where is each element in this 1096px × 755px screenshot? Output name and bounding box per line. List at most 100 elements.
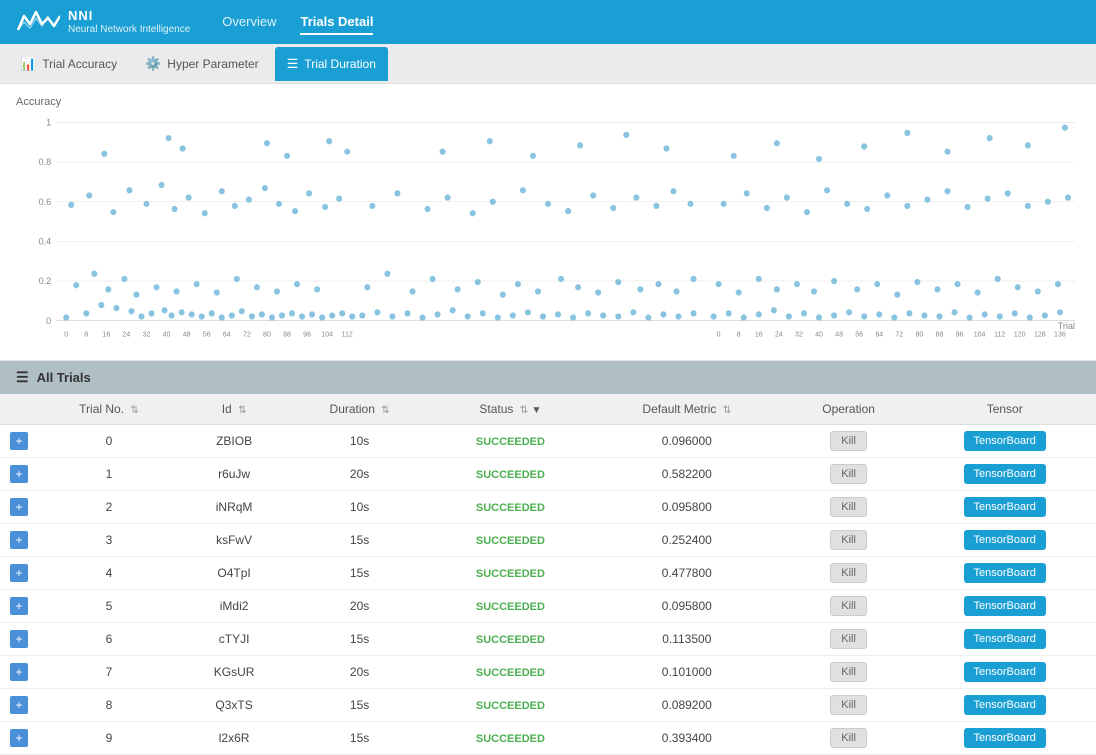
svg-text:0.8: 0.8 — [39, 157, 52, 167]
trial-duration-cell: 10s — [288, 491, 431, 524]
trial-tensor-cell: TensorBoard — [913, 722, 1096, 755]
svg-text:48: 48 — [835, 330, 843, 338]
col-duration[interactable]: Duration ⇅ — [288, 394, 431, 425]
expand-cell: + — [0, 524, 38, 557]
trial-operation-cell: Kill — [784, 656, 914, 689]
trial-id-cell: ZBIOB — [180, 425, 288, 458]
trial-duration-cell: 10s — [288, 425, 431, 458]
filter-status-icon[interactable]: ▼ — [532, 405, 542, 416]
status-badge: SUCCEEDED — [476, 502, 545, 514]
trial-tensor-cell: TensorBoard — [913, 524, 1096, 557]
expand-cell: + — [0, 623, 38, 656]
tab-hyper-parameter[interactable]: ⚙️ Hyper Parameter — [133, 47, 271, 81]
expand-button[interactable]: + — [10, 663, 28, 681]
trial-metric-cell: 0.101000 — [590, 656, 784, 689]
tensorboard-button[interactable]: TensorBoard — [964, 629, 1046, 649]
tab-trial-duration[interactable]: ☰ Trial Duration — [275, 47, 388, 81]
tensorboard-button[interactable]: TensorBoard — [964, 530, 1046, 550]
svg-text:128: 128 — [1034, 330, 1046, 338]
sort-duration-icon[interactable]: ⇅ — [381, 405, 389, 416]
status-badge: SUCCEEDED — [476, 436, 545, 448]
kill-button[interactable]: Kill — [830, 563, 867, 583]
app-header: NNI Neural Network Intelligence Overview… — [0, 0, 1096, 44]
trial-operation-cell: Kill — [784, 623, 914, 656]
kill-button[interactable]: Kill — [830, 662, 867, 682]
col-default-metric[interactable]: Default Metric ⇅ — [590, 394, 784, 425]
kill-button[interactable]: Kill — [830, 464, 867, 484]
svg-text:56: 56 — [855, 330, 863, 338]
tensorboard-button[interactable]: TensorBoard — [964, 728, 1046, 748]
expand-button[interactable]: + — [10, 432, 28, 450]
sort-trial-no-icon[interactable]: ⇅ — [130, 405, 138, 416]
scatter-chart: 1 0.8 0.6 0.4 0.2 0 — [16, 112, 1080, 352]
trial-no-cell: 4 — [38, 557, 180, 590]
trial-metric-cell: 0.095800 — [590, 590, 784, 623]
kill-button[interactable]: Kill — [830, 695, 867, 715]
svg-text:40: 40 — [815, 330, 823, 338]
tensorboard-button[interactable]: TensorBoard — [964, 464, 1046, 484]
trial-no-cell: 7 — [38, 656, 180, 689]
trial-operation-cell: Kill — [784, 557, 914, 590]
kill-button[interactable]: Kill — [830, 596, 867, 616]
tensorboard-button[interactable]: TensorBoard — [964, 662, 1046, 682]
expand-button[interactable]: + — [10, 465, 28, 483]
expand-cell: + — [0, 557, 38, 590]
trial-status-cell: SUCCEEDED — [431, 590, 590, 623]
sort-metric-icon[interactable]: ⇅ — [723, 405, 731, 416]
tab-hyper-parameter-label: Hyper Parameter — [167, 57, 258, 71]
expand-button[interactable]: + — [10, 630, 28, 648]
svg-text:16: 16 — [102, 330, 110, 338]
trial-no-cell: 5 — [38, 590, 180, 623]
list-icon: ☰ — [16, 369, 29, 386]
table-row: + 1 r6uJw 20s SUCCEEDED 0.582200 Kill Te… — [0, 458, 1096, 491]
tensorboard-button[interactable]: TensorBoard — [964, 563, 1046, 583]
tensorboard-button[interactable]: TensorBoard — [964, 497, 1046, 517]
expand-button[interactable]: + — [10, 597, 28, 615]
trial-duration-cell: 20s — [288, 656, 431, 689]
col-trial-no[interactable]: Trial No. ⇅ — [38, 394, 180, 425]
kill-button[interactable]: Kill — [830, 728, 867, 748]
col-id[interactable]: Id ⇅ — [180, 394, 288, 425]
expand-button[interactable]: + — [10, 531, 28, 549]
kill-button[interactable]: Kill — [830, 530, 867, 550]
expand-cell: + — [0, 689, 38, 722]
nav-overview[interactable]: Overview — [222, 10, 276, 35]
svg-text:88: 88 — [936, 330, 944, 338]
trials-table-body: + 0 ZBIOB 10s SUCCEEDED 0.096000 Kill Te… — [0, 425, 1096, 755]
nav-trials-detail[interactable]: Trials Detail — [300, 10, 373, 35]
trial-status-cell: SUCCEEDED — [431, 491, 590, 524]
trial-status-cell: SUCCEEDED — [431, 722, 590, 755]
tensorboard-button[interactable]: TensorBoard — [964, 431, 1046, 451]
expand-button[interactable]: + — [10, 498, 28, 516]
expand-cell: + — [0, 491, 38, 524]
col-tensor: Tensor — [913, 394, 1096, 425]
logo-icon — [16, 8, 60, 36]
expand-button[interactable]: + — [10, 696, 28, 714]
tensorboard-button[interactable]: TensorBoard — [964, 596, 1046, 616]
trial-no-cell: 1 — [38, 458, 180, 491]
kill-button[interactable]: Kill — [830, 629, 867, 649]
tensorboard-button[interactable]: TensorBoard — [964, 695, 1046, 715]
trial-metric-cell: 0.393400 — [590, 722, 784, 755]
expand-button[interactable]: + — [10, 564, 28, 582]
expand-cell: + — [0, 425, 38, 458]
svg-text:104: 104 — [321, 330, 333, 338]
sort-id-icon[interactable]: ⇅ — [238, 405, 246, 416]
trial-id-cell: O4TpI — [180, 557, 288, 590]
trial-tensor-cell: TensorBoard — [913, 557, 1096, 590]
settings-icon: ⚙️ — [145, 56, 161, 72]
trial-metric-cell: 0.252400 — [590, 524, 784, 557]
kill-button[interactable]: Kill — [830, 431, 867, 451]
expand-button[interactable]: + — [10, 729, 28, 747]
tab-trial-accuracy[interactable]: 📊 Trial Accuracy — [8, 47, 129, 81]
table-row: + 9 l2x6R 15s SUCCEEDED 0.393400 Kill Te… — [0, 722, 1096, 755]
svg-text:8: 8 — [84, 330, 88, 338]
trial-tensor-cell: TensorBoard — [913, 656, 1096, 689]
svg-text:32: 32 — [795, 330, 803, 338]
status-badge: SUCCEEDED — [476, 568, 545, 580]
col-status[interactable]: Status ⇅ ▼ — [431, 394, 590, 425]
svg-text:16: 16 — [755, 330, 763, 338]
trial-status-cell: SUCCEEDED — [431, 458, 590, 491]
kill-button[interactable]: Kill — [830, 497, 867, 517]
sort-status-icon[interactable]: ⇅ — [520, 405, 528, 416]
